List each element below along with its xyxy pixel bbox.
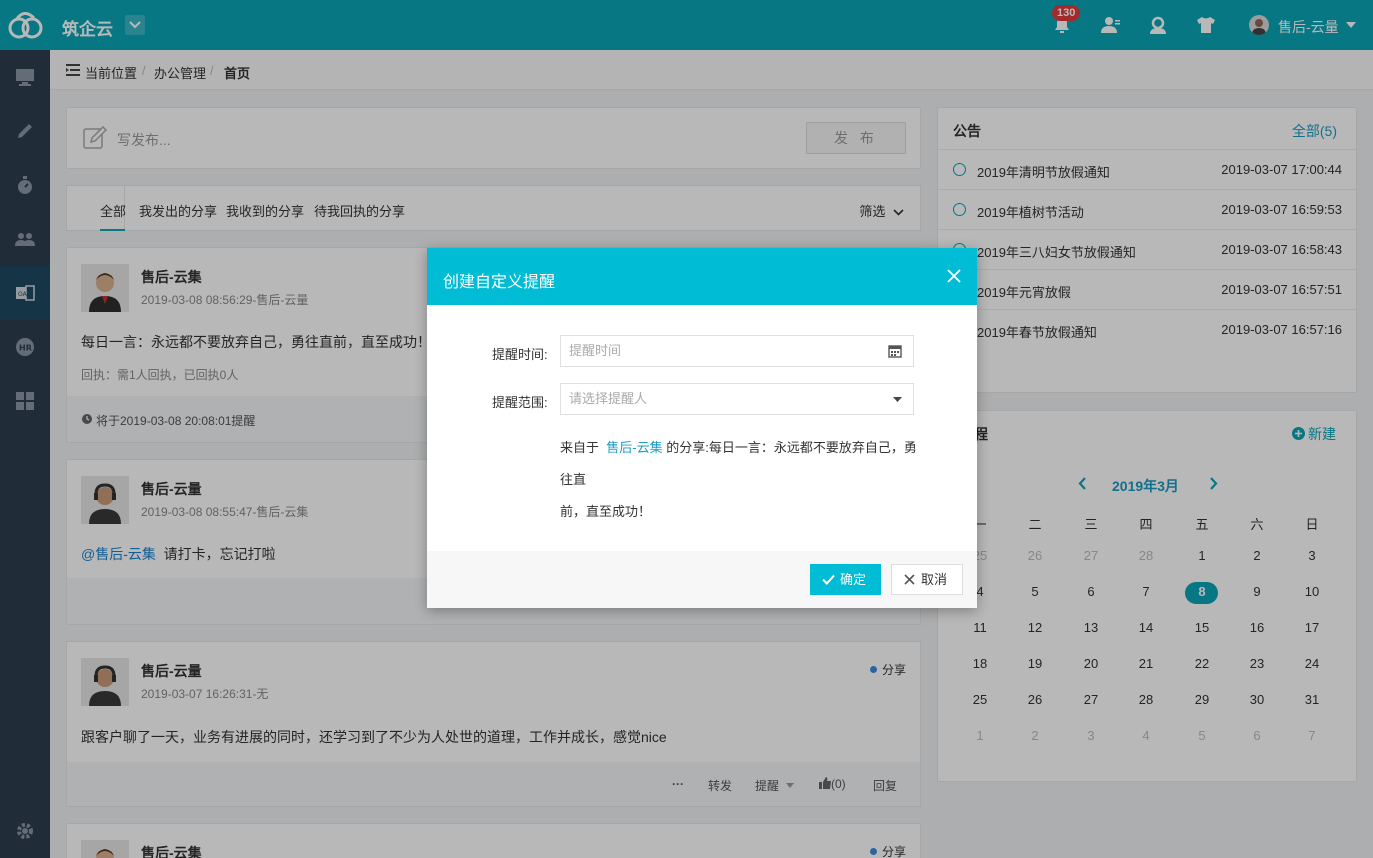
confirm-button[interactable]: 确定 bbox=[810, 564, 881, 595]
reminder-source: 来自于 售后-云集 的分享:每日一言：永远都不要放弃自己，勇往直 前，直至成功！ bbox=[560, 440, 917, 519]
dialog-header: 创建自定义提醒 bbox=[427, 248, 977, 305]
time-input[interactable]: 提醒时间 bbox=[560, 335, 914, 367]
scope-label: 提醒范围: bbox=[492, 395, 548, 410]
close-icon[interactable] bbox=[947, 269, 961, 283]
close-icon bbox=[904, 574, 915, 585]
time-label: 提醒时间: bbox=[492, 347, 548, 362]
source-user-link[interactable]: 售后-云集 bbox=[606, 440, 662, 455]
check-icon bbox=[822, 574, 835, 585]
caret-down-icon bbox=[893, 397, 902, 402]
dialog-footer: 确定 取消 bbox=[427, 551, 977, 608]
cancel-button[interactable]: 取消 bbox=[891, 564, 963, 595]
reminder-dialog: 创建自定义提醒 提醒时间: 提醒时间 提醒范围: 请选择提醒人 来自于 售后-云… bbox=[427, 248, 977, 608]
calendar-icon[interactable] bbox=[888, 344, 902, 358]
dialog-title: 创建自定义提醒 bbox=[443, 274, 556, 291]
scope-select[interactable]: 请选择提醒人 bbox=[560, 383, 914, 415]
